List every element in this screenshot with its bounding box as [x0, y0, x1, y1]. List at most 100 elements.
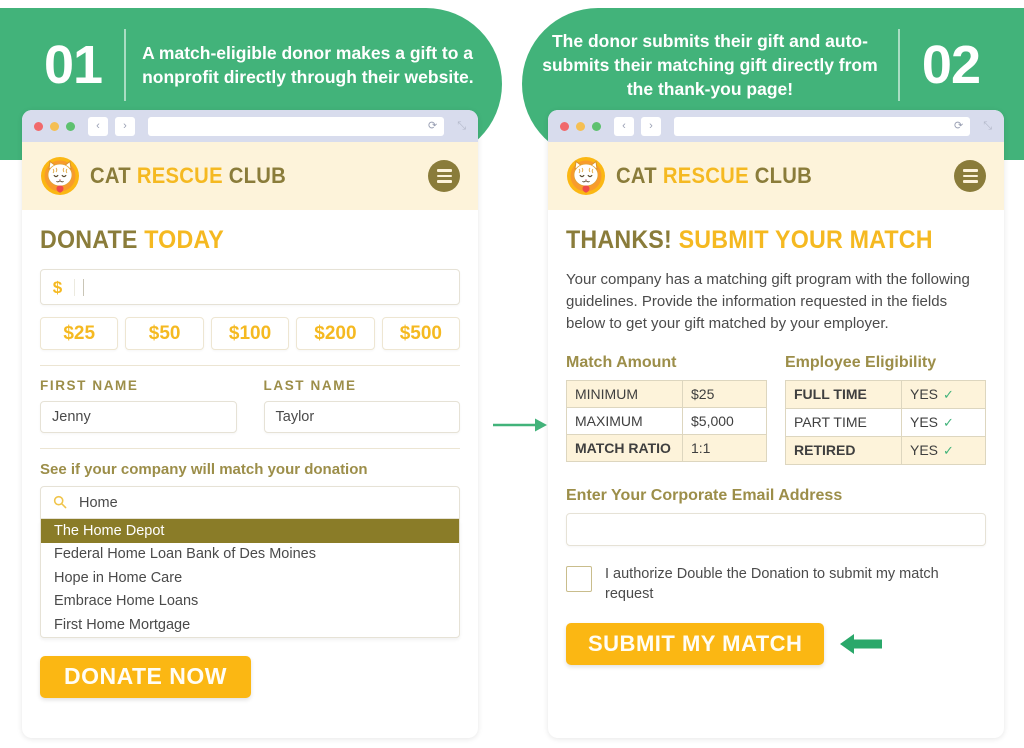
brand-name-right: CAT RESCUE CLUB [616, 163, 812, 189]
expand-icon[interactable]: ⤡ [983, 120, 992, 133]
company-match-prompt: See if your company will match your dona… [40, 461, 368, 478]
dropdown-option-embrace-home-loans[interactable]: Embrace Home Loans [41, 590, 459, 614]
amount-button-100[interactable]: $100 [210, 317, 290, 350]
authorize-checkbox[interactable] [566, 565, 592, 592]
eligibility-value-part-time: YES ✓ [901, 407, 986, 437]
step-2-text: The donor submits their gift and auto-su… [542, 30, 878, 100]
check-icon: ✓ [943, 386, 954, 402]
match-amount-key-ratio: MATCH RATIO [566, 433, 683, 462]
match-browser-window: ‹ › ⟳ ⤡ CAT RESCUE CLUB THANKS! SUBMIT Y… [548, 110, 1004, 738]
arrow-left-icon [840, 633, 883, 654]
match-amount-key-maximum: MAXIMUM [566, 406, 683, 435]
amount-button-200[interactable]: $200 [296, 317, 375, 350]
employee-eligibility-table: FULL TIME YES ✓ PART TIME YES ✓ RETIRED YE… [785, 379, 986, 465]
company-suggestions-dropdown[interactable]: The Home Depot Federal Home Loan Bank of… [40, 519, 460, 638]
match-page-description: Your company has a matching gift program… [566, 271, 970, 333]
submit-my-match-button[interactable]: SUBMIT MY MATCH [566, 622, 825, 665]
infographic-stage: 01 A match-eligible donor makes a gift t… [0, 0, 1024, 748]
back-button[interactable]: ‹ [88, 116, 108, 136]
match-amount-value-ratio: 1:1 [682, 433, 767, 462]
first-name-input[interactable]: Jenny [40, 401, 237, 433]
eligibility-value-retired: YES ✓ [901, 435, 986, 465]
brand-logo-right[interactable]: CAT RESCUE CLUB [566, 156, 954, 196]
first-name-label: FIRST NAME [40, 378, 139, 393]
cat-logo-icon [41, 157, 79, 195]
text-caret [83, 278, 84, 296]
preset-amount-row: $25 $50 $100 $200 $500 [40, 317, 461, 350]
donate-title-part2: TODAY [144, 226, 224, 254]
match-amount-heading: Match Amount [566, 353, 677, 371]
currency-symbol: $ [41, 278, 75, 296]
arrow-right-icon [493, 418, 547, 432]
hamburger-menu-icon[interactable] [954, 160, 986, 192]
eligibility-yes-retired: YES [910, 441, 939, 458]
donate-page-body: DONATE TODAY $ $25 $50 $100 $200 $500 FI… [22, 210, 478, 698]
match-amount-column: Match Amount MINIMUM $25 MAXIMUM $5,000 … [566, 354, 767, 465]
address-bar[interactable]: ⟳ [674, 116, 971, 136]
table-row: MAXIMUM $5,000 [566, 406, 767, 435]
brand-text-cat: CAT [616, 163, 663, 188]
amount-button-50[interactable]: $50 [125, 317, 204, 350]
forward-button[interactable]: › [115, 116, 135, 136]
cat-logo-icon [567, 157, 605, 195]
eligibility-yes-full-time: YES [910, 385, 939, 402]
dropdown-option-hope-in-home-care[interactable]: Hope in Home Care [41, 566, 459, 590]
maximize-window-dot[interactable] [592, 121, 601, 131]
match-title-part2: SUBMIT YOUR MATCH [678, 226, 933, 254]
employee-eligibility-column: Employee Eligibility FULL TIME YES ✓ PART… [785, 354, 986, 465]
search-icon [53, 495, 67, 511]
address-bar[interactable]: ⟳ [148, 116, 445, 136]
amount-button-500[interactable]: $500 [381, 317, 461, 350]
match-page-title: THANKS! SUBMIT YOUR MATCH [566, 226, 957, 255]
eligibility-key-full-time: FULL TIME [785, 379, 902, 409]
donate-now-button[interactable]: DONATE NOW [40, 655, 252, 698]
brand-text-cat: CAT [90, 163, 137, 188]
check-icon: ✓ [943, 414, 954, 430]
dropdown-option-first-home-mortgage[interactable]: First Home Mortgage [41, 613, 459, 637]
brand-logo-left[interactable]: CAT RESCUE CLUB [40, 156, 428, 196]
dropdown-option-the-home-depot[interactable]: The Home Depot [41, 519, 459, 543]
name-fields-row: FIRST NAME Jenny LAST NAME Taylor [40, 378, 460, 433]
step-1-number: 01 [44, 35, 103, 95]
hamburger-menu-icon[interactable] [428, 160, 460, 192]
match-page-body: THANKS! SUBMIT YOUR MATCH Your company h… [548, 210, 1004, 665]
expand-icon[interactable]: ⤡ [457, 120, 466, 133]
minimize-window-dot[interactable] [576, 121, 585, 131]
corporate-email-input[interactable] [566, 512, 986, 546]
authorization-row: I authorize Double the Donation to submi… [566, 564, 986, 605]
brand-text-club: CLUB [754, 163, 813, 188]
match-amount-key-minimum: MINIMUM [566, 379, 683, 408]
eligibility-yes-part-time: YES [910, 413, 939, 430]
maximize-window-dot[interactable] [66, 121, 75, 131]
eligibility-key-part-time: PART TIME [785, 407, 902, 437]
close-window-dot[interactable] [560, 121, 569, 131]
table-row: FULL TIME YES ✓ [785, 379, 986, 409]
last-name-group: LAST NAME Taylor [263, 378, 460, 433]
dropdown-option-federal-home-loan[interactable]: Federal Home Loan Bank of Des Moines [41, 543, 459, 567]
match-title-part1: THANKS! [566, 226, 679, 254]
company-search-input[interactable]: Home [40, 486, 460, 519]
close-window-dot[interactable] [34, 121, 43, 131]
authorize-label: I authorize Double the Donation to submi… [605, 565, 939, 603]
custom-amount-input[interactable]: $ [40, 269, 460, 305]
eligibility-key-retired: RETIRED [785, 435, 902, 465]
forward-button[interactable]: › [641, 116, 661, 136]
submit-row: SUBMIT MY MATCH [566, 605, 986, 665]
last-name-input[interactable]: Taylor [263, 401, 460, 433]
amount-button-25[interactable]: $25 [40, 317, 119, 350]
brand-text-rescue: RESCUE [136, 163, 229, 188]
site-header-left: CAT RESCUE CLUB [22, 142, 478, 210]
site-header-right: CAT RESCUE CLUB [548, 142, 1004, 210]
back-button[interactable]: ‹ [614, 116, 634, 136]
table-row: RETIRED YES ✓ [785, 435, 986, 465]
donate-page-title: DONATE TODAY [40, 226, 431, 255]
minimize-window-dot[interactable] [50, 121, 59, 131]
reload-icon[interactable]: ⟳ [428, 120, 437, 132]
brand-text-club: CLUB [228, 163, 287, 188]
guidelines-tables: Match Amount MINIMUM $25 MAXIMUM $5,000 … [566, 354, 986, 465]
corporate-email-label: Enter Your Corporate Email Address [566, 486, 843, 504]
brand-text-rescue: RESCUE [662, 163, 755, 188]
reload-icon[interactable]: ⟳ [954, 120, 963, 132]
donate-browser-window: ‹ › ⟳ ⤡ CAT RESCUE CLUB DONATE TODAY $ $… [22, 110, 478, 738]
table-row: MATCH RATIO 1:1 [566, 433, 767, 462]
